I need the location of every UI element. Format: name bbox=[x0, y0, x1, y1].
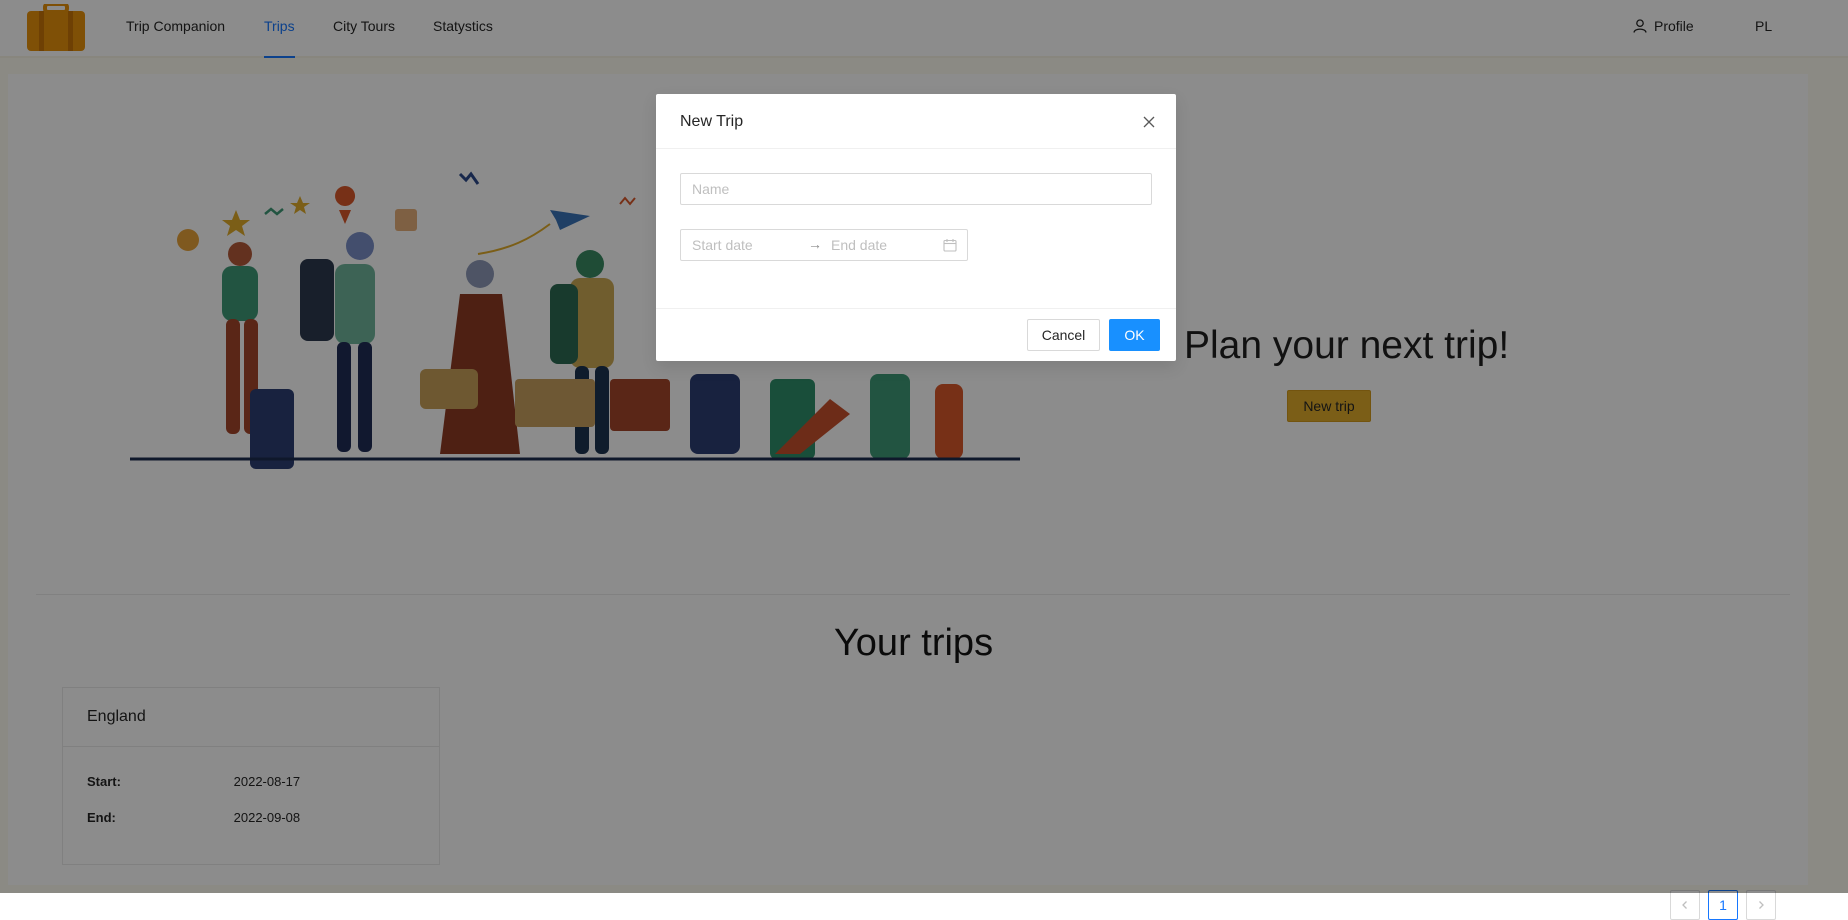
date-range-picker[interactable]: Start date → End date bbox=[680, 229, 968, 261]
range-arrow-icon: → bbox=[808, 236, 822, 252]
close-icon bbox=[1143, 116, 1155, 127]
calendar-icon[interactable] bbox=[943, 238, 957, 252]
page-1-button[interactable]: 1 bbox=[1708, 890, 1738, 920]
start-date-input[interactable]: Start date bbox=[692, 237, 753, 253]
next-page-button[interactable] bbox=[1746, 890, 1776, 920]
ok-button[interactable]: OK bbox=[1109, 319, 1160, 351]
end-date-input[interactable]: End date bbox=[831, 237, 887, 253]
pagination: 1 bbox=[1670, 890, 1776, 920]
chevron-left-icon bbox=[1682, 901, 1687, 909]
prev-page-button[interactable] bbox=[1670, 890, 1700, 920]
modal-title: New Trip bbox=[680, 113, 744, 130]
modal-footer: Cancel OK bbox=[656, 308, 1176, 362]
trip-name-input[interactable] bbox=[680, 173, 1152, 205]
modal-header: New Trip bbox=[656, 94, 1176, 149]
modal-close-button[interactable] bbox=[1138, 94, 1160, 149]
new-trip-modal: New Trip Start date → End date Cancel OK bbox=[656, 94, 1176, 361]
cancel-button[interactable]: Cancel bbox=[1027, 319, 1100, 351]
chevron-right-icon bbox=[1759, 901, 1764, 909]
